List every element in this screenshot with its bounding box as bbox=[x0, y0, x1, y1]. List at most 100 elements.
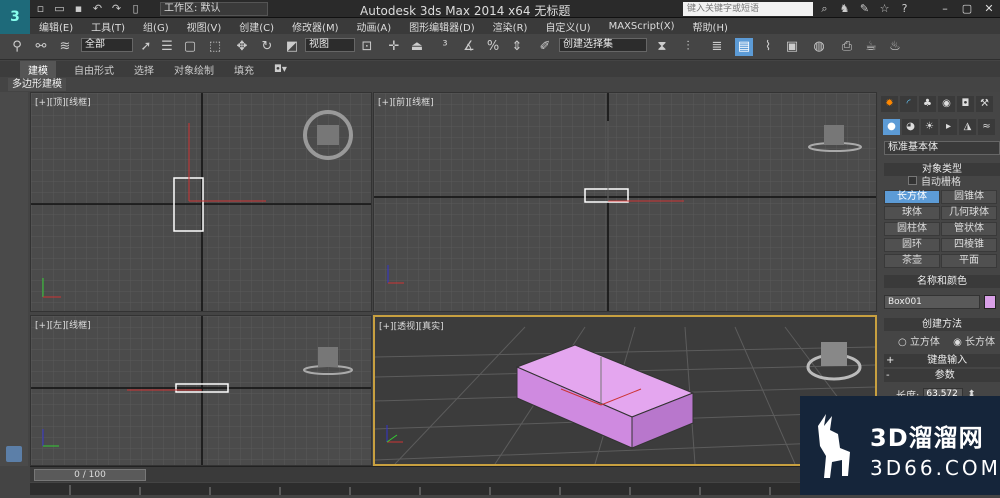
communication-icon[interactable]: ✎ bbox=[858, 2, 871, 16]
maximize-icon[interactable]: ▢ bbox=[956, 1, 978, 16]
graphite-toggle-icon[interactable]: ▤ bbox=[735, 38, 753, 56]
window-crossing-icon[interactable]: ⬚ bbox=[206, 38, 224, 56]
rollout-header[interactable]: 名称和颜色 bbox=[884, 275, 1000, 288]
geosphere-button[interactable]: 几何球体 bbox=[941, 206, 997, 220]
keyboard-shortcut-icon[interactable]: ⏏ bbox=[408, 38, 426, 56]
pyramid-button[interactable]: 四棱锥 bbox=[941, 238, 997, 252]
minimize-icon[interactable]: – bbox=[934, 1, 956, 16]
box-radio[interactable]: ◉ bbox=[953, 337, 965, 348]
hierarchy-tab-icon[interactable]: ♣ bbox=[919, 96, 936, 112]
sphere-button[interactable]: 球体 bbox=[884, 206, 940, 220]
lights-icon[interactable]: ☀ bbox=[921, 119, 938, 135]
object-name-field[interactable]: Box001 bbox=[884, 295, 980, 309]
rollout-header[interactable]: 对象类型 bbox=[884, 163, 1000, 176]
viewport-label[interactable]: [+][前][线框] bbox=[378, 95, 434, 108]
viewport-label[interactable]: [+][顶][线框] bbox=[35, 95, 91, 108]
tube-button[interactable]: 管状体 bbox=[941, 222, 997, 236]
curve-editor-icon[interactable]: ⌇ bbox=[759, 38, 777, 56]
object-color-swatch[interactable] bbox=[984, 295, 996, 309]
menu-customize[interactable]: 自定义(U) bbox=[536, 19, 599, 34]
viewport-label[interactable]: [+][透视][真实] bbox=[379, 319, 444, 332]
mirror-icon[interactable]: ⧗ bbox=[653, 38, 671, 56]
unlink-icon[interactable]: ⚯ bbox=[32, 38, 50, 56]
viewport-label[interactable]: [+][左][线框] bbox=[35, 318, 91, 331]
tab-object-paint[interactable]: 对象绘制 bbox=[174, 62, 234, 77]
layer-manager-icon[interactable]: ≣ bbox=[708, 38, 726, 56]
tab-selection[interactable]: 选择 bbox=[134, 62, 174, 77]
viewport-left[interactable]: [+][左][线框] bbox=[30, 315, 372, 466]
viewport-top[interactable]: [+][顶][线框] bbox=[30, 92, 372, 312]
save-icon[interactable]: ▪ bbox=[72, 2, 85, 15]
motion-tab-icon[interactable]: ◉ bbox=[938, 96, 955, 112]
pivot-center-icon[interactable]: ⊡ bbox=[358, 38, 376, 56]
select-by-name-icon[interactable]: ☰ bbox=[158, 38, 176, 56]
edit-named-sel-icon[interactable]: ✐ bbox=[536, 38, 554, 56]
spinner-snap-icon[interactable]: ⇕ bbox=[508, 38, 526, 56]
primitive-type-dropdown[interactable]: 标准基本体 bbox=[884, 141, 1000, 155]
redo-icon[interactable]: ↷ bbox=[110, 2, 123, 15]
rollout-header[interactable]: 创建方法 bbox=[884, 318, 1000, 331]
modify-tab-icon[interactable]: ◜ bbox=[900, 96, 917, 112]
render-setup-icon[interactable]: ⎙ bbox=[838, 38, 856, 56]
menu-group[interactable]: 组(G) bbox=[134, 19, 178, 34]
rendered-frame-icon[interactable]: ☕ bbox=[862, 38, 880, 56]
workspace-dropdown[interactable]: 工作区: 默认 bbox=[160, 2, 268, 16]
star-icon[interactable]: ☆ bbox=[878, 2, 891, 16]
tab-freeform[interactable]: 自由形式 bbox=[74, 62, 134, 77]
menu-maxscript[interactable]: MAXScript(X) bbox=[600, 21, 684, 32]
help-icon[interactable]: ? bbox=[898, 2, 911, 16]
autogrid-checkbox[interactable] bbox=[908, 176, 917, 185]
maxscript-listener-icon[interactable] bbox=[6, 446, 22, 462]
scale-icon[interactable]: ◩ bbox=[283, 38, 301, 56]
cone-button[interactable]: 圆锥体 bbox=[941, 190, 997, 204]
utilities-tab-icon[interactable]: ⚒ bbox=[976, 96, 993, 112]
render-production-icon[interactable]: ♨ bbox=[886, 38, 904, 56]
geometry-icon[interactable]: ● bbox=[883, 119, 900, 135]
menu-modifiers[interactable]: 修改器(M) bbox=[283, 19, 347, 34]
project-folder-icon[interactable]: ▯ bbox=[129, 2, 142, 15]
menu-tools[interactable]: 工具(T) bbox=[82, 19, 134, 34]
ribbon-options-icon[interactable]: ◘▾ bbox=[274, 64, 307, 75]
open-icon[interactable]: ▭ bbox=[53, 2, 66, 15]
angle-snap-icon[interactable]: ∡ bbox=[460, 38, 478, 56]
time-slider[interactable]: 0 / 100 bbox=[34, 469, 146, 481]
new-icon[interactable]: ▫ bbox=[34, 2, 47, 15]
schematic-view-icon[interactable]: ▣ bbox=[783, 38, 801, 56]
tab-modeling[interactable]: 建模 bbox=[20, 60, 56, 78]
selection-filter-dropdown[interactable]: 全部 bbox=[81, 38, 133, 52]
display-tab-icon[interactable]: ◘ bbox=[957, 96, 974, 112]
rotate-icon[interactable]: ↻ bbox=[258, 38, 276, 56]
material-editor-icon[interactable]: ◍ bbox=[810, 38, 828, 56]
ribbon-panel-polygon-modeling[interactable]: 多边形建模 bbox=[8, 78, 66, 91]
menu-graph-editors[interactable]: 图形编辑器(D) bbox=[400, 19, 484, 34]
spacewarps-icon[interactable]: ≈ bbox=[978, 119, 995, 135]
viewport-front[interactable]: [+][前][线框] bbox=[373, 92, 877, 312]
snap-toggle-icon[interactable]: ³ bbox=[436, 38, 454, 56]
subscription-icon[interactable]: ♞ bbox=[838, 2, 851, 16]
select-manipulate-icon[interactable]: ✛ bbox=[385, 38, 403, 56]
teapot-button[interactable]: 茶壶 bbox=[884, 254, 940, 268]
torus-button[interactable]: 圆环 bbox=[884, 238, 940, 252]
cameras-icon[interactable]: ▸ bbox=[940, 119, 957, 135]
box-button[interactable]: 长方体 bbox=[884, 190, 940, 204]
create-tab-icon[interactable]: ✹ bbox=[881, 96, 898, 112]
menu-help[interactable]: 帮助(H) bbox=[684, 19, 737, 34]
time-slider-track[interactable] bbox=[30, 466, 878, 482]
tab-populate[interactable]: 填充 bbox=[234, 62, 274, 77]
menu-create[interactable]: 创建(C) bbox=[230, 19, 283, 34]
link-icon[interactable]: ⚲ bbox=[8, 38, 26, 56]
cylinder-button[interactable]: 圆柱体 bbox=[884, 222, 940, 236]
menu-rendering[interactable]: 渲染(R) bbox=[484, 19, 537, 34]
rect-selection-icon[interactable]: ▢ bbox=[181, 38, 199, 56]
cube-radio[interactable]: ○ bbox=[898, 337, 910, 348]
menu-edit[interactable]: 编辑(E) bbox=[30, 19, 82, 34]
bind-spacewarp-icon[interactable]: ≋ bbox=[56, 38, 74, 56]
search-input[interactable]: 键入关键字或短语 bbox=[683, 2, 813, 16]
plane-button[interactable]: 平面 bbox=[941, 254, 997, 268]
move-icon[interactable]: ✥ bbox=[233, 38, 251, 56]
app-logo-icon[interactable]: 3 bbox=[0, 0, 30, 34]
close-icon[interactable]: ✕ bbox=[978, 1, 1000, 16]
search-icon[interactable]: ⌕ bbox=[818, 2, 831, 16]
menu-views[interactable]: 视图(V) bbox=[178, 19, 231, 34]
named-selection-dropdown[interactable]: 创建选择集 bbox=[559, 38, 647, 52]
